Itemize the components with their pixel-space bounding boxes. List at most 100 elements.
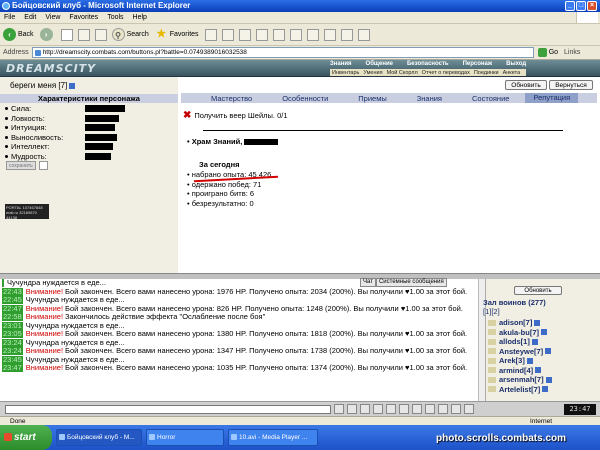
tab-chat[interactable]: Чат [360,278,376,287]
clear-icon[interactable] [347,404,357,414]
private-arrow-icon[interactable] [488,376,496,383]
minimize-button[interactable]: _ [565,1,575,11]
refresh-button[interactable]: Обновить [505,80,547,90]
refresh-icon[interactable] [77,28,90,41]
chat-input[interactable] [5,404,331,414]
tab-mastery[interactable]: Мастерство [211,94,252,103]
private-arrow-icon[interactable] [488,386,496,393]
scroll-icon[interactable] [451,404,461,414]
go-button[interactable]: Go [537,48,558,57]
filter-icon[interactable] [373,404,383,414]
user-item[interactable]: armind[4] [488,366,552,376]
nav-transfers[interactable]: Отчет о переводах [422,70,470,76]
nav-inventory[interactable]: Инвентарь [332,70,359,76]
start-button[interactable]: start [0,425,52,450]
nav-exit[interactable]: Выход [506,61,526,67]
info-icon[interactable] [541,329,548,336]
info-icon[interactable] [545,376,552,383]
info-icon[interactable] [535,367,542,374]
room-pages[interactable]: [1][2] [483,307,500,316]
favorites-button[interactable]: ★ Favorites [155,28,198,41]
info-icon[interactable] [542,386,549,393]
edit-icon[interactable] [255,28,268,41]
close-button[interactable]: × [587,1,597,11]
nav-skills[interactable]: Умения [363,70,382,76]
send-icon[interactable] [334,404,344,414]
cross-icon[interactable]: ✖ [183,110,191,121]
tab-features[interactable]: Особенности [282,94,328,103]
task-combats[interactable]: Бойцовский клуб - M... [56,429,142,446]
private-icon[interactable] [399,404,409,414]
color-icon[interactable] [438,404,448,414]
search-button[interactable]: ⚲ Search [111,28,149,41]
translit-icon[interactable] [425,404,435,414]
menu-file[interactable]: File [4,14,15,21]
tab-knowledge[interactable]: Знания [417,94,442,103]
nav-communication[interactable]: Общение [366,61,393,67]
tool-icon[interactable] [306,28,319,41]
history-icon[interactable] [204,28,217,41]
user-item[interactable]: allods[1] [488,337,552,347]
menu-tools[interactable]: Tools [107,14,123,21]
info-icon[interactable] [545,348,552,355]
tab-system-messages[interactable]: Системные сообщения [375,278,447,287]
home-icon[interactable] [94,28,107,41]
info-icon[interactable] [526,357,533,364]
maximize-button[interactable]: □ [576,1,586,11]
task-horror[interactable]: Horror [146,429,224,446]
stats-checkbox[interactable] [38,161,48,170]
task-media-player[interactable]: 10.avi - Media Player ... [228,429,318,446]
nav-knowledge[interactable]: Знания [330,61,352,67]
messenger-icon[interactable] [357,28,370,41]
nav-my-scroll[interactable]: Мой Скорлл [387,70,418,76]
private-arrow-icon[interactable] [488,338,496,345]
private-arrow-icon[interactable] [488,367,496,374]
bookmark-icon[interactable] [323,28,336,41]
info-icon[interactable] [531,338,538,345]
private-arrow-icon[interactable] [488,329,496,336]
menu-help[interactable]: Help [133,14,147,21]
menu-view[interactable]: View [45,14,60,21]
info-icon[interactable] [69,82,76,89]
user-item[interactable]: adison[7] [488,318,552,328]
plugin-icon[interactable] [340,28,353,41]
nav-profile[interactable]: Анкета [503,70,521,76]
mail-icon[interactable] [221,28,234,41]
private-arrow-icon[interactable] [488,348,496,355]
user-item[interactable]: Ansteywe[7] [488,347,552,357]
user-item[interactable]: Artelelist[7] [488,385,552,395]
address-input[interactable]: http://dreamscity.combats.com/buttons.pl… [31,47,534,58]
nav-duels[interactable]: Поединки [474,70,499,76]
private-arrow-icon[interactable] [488,357,496,364]
back-button[interactable]: ‹ Back [3,28,34,41]
k-icon[interactable] [289,28,302,41]
menu-favorites[interactable]: Favorites [69,14,98,21]
menubar: File Edit View Favorites Tools Help [0,12,600,24]
links-button[interactable]: Links [564,49,580,56]
smile-icon[interactable] [360,404,370,414]
save-stats-button[interactable]: сохранить [6,161,36,170]
update-users-button[interactable]: Обновить [514,286,562,295]
back-to-game-button[interactable]: Вернуться [549,80,593,90]
tab-state[interactable]: Состояние [472,94,509,103]
user-item[interactable]: Arek[3] [488,356,552,366]
forward-button[interactable]: › [39,28,55,41]
sound-icon[interactable] [386,404,396,414]
player-name[interactable]: береги меня [7] [10,81,76,90]
nav-character[interactable]: Персонаж [463,61,493,67]
settings-icon[interactable] [412,404,422,414]
stop-icon[interactable] [60,28,73,41]
tab-reputation[interactable]: Репутация [525,93,579,103]
info-icon[interactable] [534,319,541,326]
print-icon[interactable] [238,28,251,41]
user-item[interactable]: akula-bu[7] [488,328,552,338]
nav-security[interactable]: Безопасность [407,61,449,67]
user-item[interactable]: arsenmah[7] [488,375,552,385]
folder-icon[interactable] [272,28,285,41]
tab-techniques[interactable]: Приемы [358,94,386,103]
menu-edit[interactable]: Edit [24,14,36,21]
window-title: Бойцовский клуб - Microsoft Internet Exp… [12,1,191,10]
exit-icon[interactable] [464,404,474,414]
private-arrow-icon[interactable] [488,319,496,326]
site-counter[interactable]: PORTAL 107467848 mail.ru 32169870 44138 [5,204,49,220]
